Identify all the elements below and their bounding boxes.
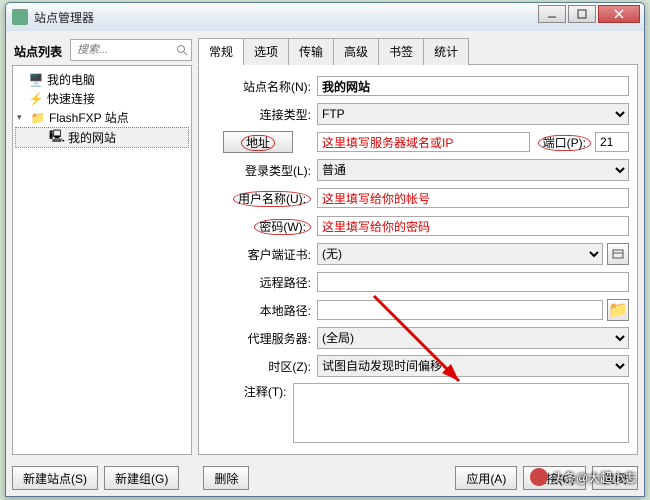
password-input[interactable] bbox=[317, 216, 629, 236]
notes-textarea[interactable] bbox=[293, 383, 629, 443]
tree-label: 我的电脑 bbox=[47, 71, 95, 88]
cert-browse-button[interactable] bbox=[607, 243, 629, 265]
timezone-label: 时区(Z): bbox=[199, 358, 317, 375]
search-icon[interactable] bbox=[176, 43, 188, 61]
delete-button[interactable]: 删除 bbox=[203, 466, 249, 490]
login-type-label: 登录类型(L): bbox=[199, 162, 317, 179]
folder-icon: 📁 bbox=[31, 111, 45, 125]
bolt-icon: ⚡ bbox=[29, 92, 43, 106]
expand-icon[interactable]: ▾ bbox=[17, 112, 27, 123]
username-input[interactable] bbox=[317, 188, 629, 208]
new-site-button[interactable]: 新建站点(S) bbox=[12, 466, 98, 490]
sidebar: 站点列表 🖥️ 我的电脑 ⚡ 快速连接 ▾ 📁 Flash bbox=[12, 37, 192, 455]
conn-type-select[interactable]: FTP bbox=[317, 103, 629, 125]
site-name-label: 站点名称(N): bbox=[199, 78, 317, 95]
new-group-button[interactable]: 新建组(G) bbox=[104, 466, 179, 490]
timezone-select[interactable]: 试图自动发现时间偏移 bbox=[317, 355, 629, 377]
local-browse-button[interactable]: 📁 bbox=[607, 299, 629, 321]
local-path-input[interactable] bbox=[317, 300, 603, 320]
form-general: 站点名称(N): 连接类型: FTP 地址 端口(P): 登录类型(L): 普通 bbox=[198, 65, 638, 455]
connect-button[interactable]: 连接(C) bbox=[523, 466, 586, 490]
search-input[interactable] bbox=[70, 39, 192, 61]
minimize-button[interactable] bbox=[538, 5, 566, 23]
tree-item-quick[interactable]: ⚡ 快速连接 bbox=[15, 89, 189, 108]
notes-label: 注释(T): bbox=[199, 383, 293, 400]
tree-item-computer[interactable]: 🖥️ 我的电脑 bbox=[15, 70, 189, 89]
maximize-button[interactable] bbox=[568, 5, 596, 23]
computer-icon: 🖥️ bbox=[29, 73, 43, 87]
site-icon: 🖳 bbox=[50, 131, 64, 145]
tab-stats[interactable]: 统计 bbox=[423, 38, 469, 65]
proxy-select[interactable]: (全局) bbox=[317, 327, 629, 349]
cert-label: 客户端证书: bbox=[199, 246, 317, 263]
tree-item-mysite[interactable]: 🖳 我的网站 bbox=[15, 127, 189, 148]
tab-bookmarks[interactable]: 书签 bbox=[378, 38, 424, 65]
address-input[interactable] bbox=[317, 132, 530, 152]
tab-general[interactable]: 常规 bbox=[198, 38, 244, 65]
username-label: 用户名称(U): bbox=[199, 190, 317, 207]
site-manager-window: 站点管理器 站点列表 🖥️ 我的电脑 ⚡ bbox=[5, 2, 645, 497]
conn-type-label: 连接类型: bbox=[199, 106, 317, 123]
address-button[interactable]: 地址 bbox=[223, 131, 293, 153]
apply-button[interactable]: 应用(A) bbox=[455, 466, 517, 490]
proxy-label: 代理服务器: bbox=[199, 330, 317, 347]
port-label: 端口(P): bbox=[538, 134, 591, 151]
window-title: 站点管理器 bbox=[34, 9, 94, 26]
site-name-input[interactable] bbox=[317, 76, 629, 96]
tab-transfer[interactable]: 传输 bbox=[288, 38, 334, 65]
footer: 新建站点(S) 新建组(G) 删除 应用(A) 连接(C) 关闭 bbox=[12, 466, 638, 490]
cert-select[interactable]: (无) bbox=[317, 243, 603, 265]
password-label: 密码(W): bbox=[199, 218, 317, 235]
titlebar[interactable]: 站点管理器 bbox=[6, 3, 644, 31]
tree-item-flashfxp[interactable]: ▾ 📁 FlashFXP 站点 bbox=[15, 108, 189, 127]
site-tree[interactable]: 🖥️ 我的电脑 ⚡ 快速连接 ▾ 📁 FlashFXP 站点 🖳 我的网站 bbox=[12, 65, 192, 455]
close-button[interactable] bbox=[598, 5, 640, 23]
main-panel: 常规 选项 传输 高级 书签 统计 站点名称(N): 连接类型: FTP 地址 bbox=[198, 37, 638, 455]
remote-path-label: 远程路径: bbox=[199, 274, 317, 291]
tree-label: 我的网站 bbox=[68, 129, 116, 146]
tabs: 常规 选项 传输 高级 书签 统计 bbox=[198, 37, 638, 65]
close-footer-button[interactable]: 关闭 bbox=[592, 466, 638, 490]
login-type-select[interactable]: 普通 bbox=[317, 159, 629, 181]
remote-path-input[interactable] bbox=[317, 272, 629, 292]
sidebar-title: 站点列表 bbox=[12, 39, 64, 64]
tab-advanced[interactable]: 高级 bbox=[333, 38, 379, 65]
tree-label: FlashFXP 站点 bbox=[49, 109, 129, 126]
local-path-label: 本地路径: bbox=[199, 302, 317, 319]
tab-options[interactable]: 选项 bbox=[243, 38, 289, 65]
port-input[interactable] bbox=[595, 132, 629, 152]
app-icon bbox=[12, 9, 28, 25]
tree-label: 快速连接 bbox=[47, 90, 95, 107]
